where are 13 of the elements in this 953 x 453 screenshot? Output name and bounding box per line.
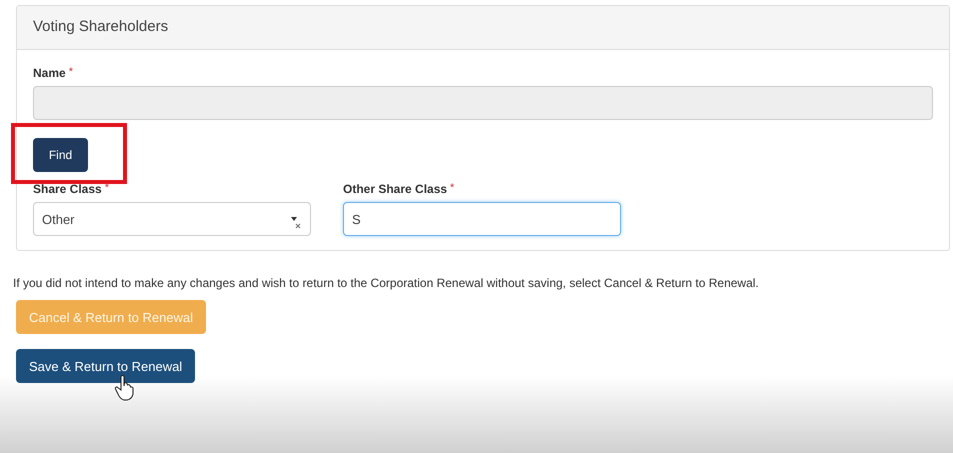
name-label: Name: [33, 66, 66, 80]
required-mark: *: [450, 182, 454, 196]
share-class-label: Share Class: [33, 182, 102, 196]
other-share-class-label: Other Share Class: [343, 182, 448, 196]
share-class-select[interactable]: Other: [33, 202, 311, 236]
required-mark: *: [68, 66, 73, 80]
panel-title: Voting Shareholders: [33, 18, 168, 35]
return-button[interactable]: Save & Return to Renewal: [16, 349, 196, 383]
other-share-class-field[interactable]: S: [343, 202, 621, 236]
dropdown-clear-icon: [290, 214, 302, 230]
find-button[interactable]: Find: [33, 138, 88, 172]
required-mark: *: [104, 182, 109, 196]
notice-text: If you did not intend to make any changes and wish to return to the Corporation Renewal without saving, select Cancel & Return to Renewal.: [13, 276, 760, 290]
